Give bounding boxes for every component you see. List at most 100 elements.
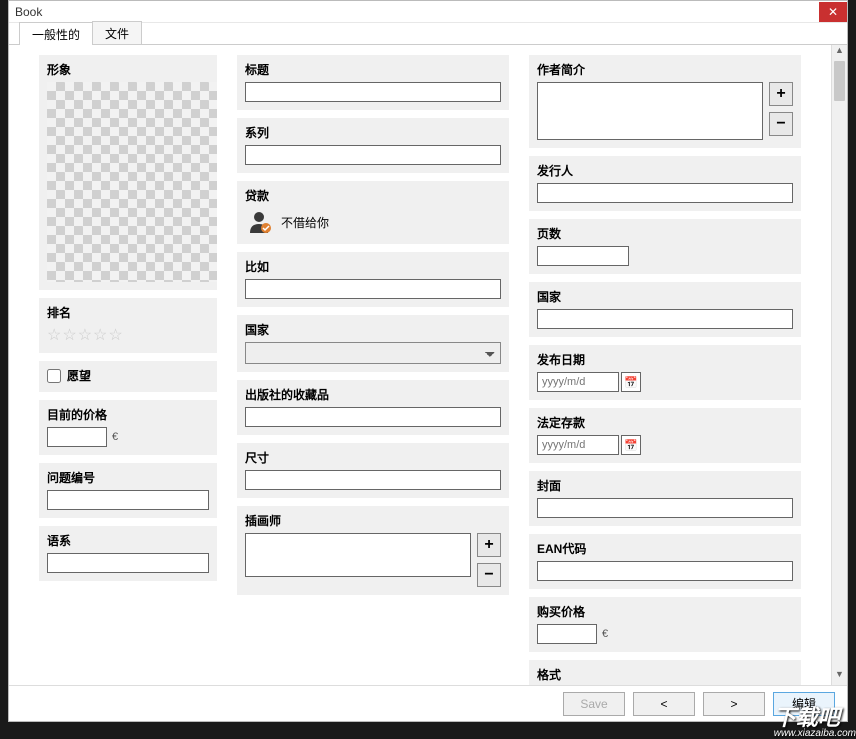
illustrator-textarea[interactable] — [245, 533, 471, 577]
group-cover: 封面 — [529, 471, 801, 526]
country-input[interactable] — [537, 309, 793, 329]
author-add-button[interactable]: + — [769, 82, 793, 106]
label-rank: 排名 — [47, 304, 209, 321]
language-input[interactable] — [47, 553, 209, 573]
plus-icon: + — [484, 536, 493, 554]
label-wish: 愿望 — [67, 367, 91, 384]
group-purchase-price: 购买价格 € — [529, 597, 801, 652]
purchase-price-input[interactable] — [537, 624, 597, 644]
group-series: 系列 — [237, 118, 509, 173]
label-language: 语系 — [47, 532, 209, 549]
label-size: 尺寸 — [245, 449, 501, 466]
issuer-input[interactable] — [537, 183, 793, 203]
author-remove-button[interactable]: − — [769, 112, 793, 136]
label-publisher-collection: 出版社的收藏品 — [245, 386, 501, 403]
calendar-icon[interactable]: 📅 — [621, 435, 641, 455]
label-issuer: 发行人 — [537, 162, 793, 179]
example-input[interactable] — [245, 279, 501, 299]
group-title: 标题 — [237, 55, 509, 110]
tab-general[interactable]: 一般性的 — [19, 22, 93, 45]
wish-checkbox[interactable] — [47, 369, 61, 383]
group-current-price: 目前的价格 € — [39, 400, 217, 455]
group-issue-no: 问题编号 — [39, 463, 217, 518]
close-icon: ✕ — [828, 5, 838, 19]
group-pages: 页数 — [529, 219, 801, 274]
pages-input[interactable] — [537, 246, 629, 266]
column-left: 形象 排名 ☆☆☆☆☆ 愿望 目前的价格 — [39, 55, 217, 685]
ean-input[interactable] — [537, 561, 793, 581]
illustrator-remove-button[interactable]: − — [477, 563, 501, 587]
author-bio-textarea[interactable] — [537, 82, 763, 140]
label-country-mid: 国家 — [245, 321, 501, 338]
group-example: 比如 — [237, 252, 509, 307]
label-series: 系列 — [245, 124, 501, 141]
release-date-input[interactable] — [537, 372, 619, 392]
label-format: 格式 — [537, 666, 793, 683]
label-purchase-price: 购买价格 — [537, 603, 793, 620]
label-image: 形象 — [47, 61, 209, 78]
wish-row[interactable]: 愿望 — [47, 367, 209, 384]
group-language: 语系 — [39, 526, 217, 581]
edit-button[interactable]: 编辑 — [773, 692, 835, 716]
group-rank: 排名 ☆☆☆☆☆ — [39, 298, 217, 353]
current-price-input[interactable] — [47, 427, 107, 447]
group-legal-deposit: 法定存款 📅 — [529, 408, 801, 463]
close-button[interactable]: ✕ — [819, 2, 847, 22]
size-input[interactable] — [245, 470, 501, 490]
label-country-right: 国家 — [537, 288, 793, 305]
prev-button[interactable]: < — [633, 692, 695, 716]
country-select[interactable] — [245, 342, 501, 364]
image-placeholder[interactable] — [47, 82, 217, 282]
scroll-down-icon[interactable]: ▼ — [832, 669, 847, 685]
next-button[interactable]: > — [703, 692, 765, 716]
group-country-right: 国家 — [529, 282, 801, 337]
minus-icon: − — [776, 115, 785, 133]
person-icon — [245, 208, 273, 236]
label-cover: 封面 — [537, 477, 793, 494]
illustrator-add-button[interactable]: + — [477, 533, 501, 557]
group-ean: EAN代码 — [529, 534, 801, 589]
series-input[interactable] — [245, 145, 501, 165]
dialog-window: Book ✕ 一般性的 文件 形象 排名 ☆☆☆☆☆ — [8, 0, 848, 722]
tab-file[interactable]: 文件 — [92, 21, 142, 44]
label-example: 比如 — [245, 258, 501, 275]
legal-deposit-input[interactable] — [537, 435, 619, 455]
label-legal-deposit: 法定存款 — [537, 414, 793, 431]
group-publisher-collection: 出版社的收藏品 — [237, 380, 509, 435]
window-title: Book — [15, 5, 819, 19]
minus-icon: − — [484, 566, 493, 584]
group-size: 尺寸 — [237, 443, 509, 498]
group-image: 形象 — [39, 55, 217, 290]
tabstrip: 一般性的 文件 — [9, 23, 847, 45]
label-release-date: 发布日期 — [537, 351, 793, 368]
currency-symbol: € — [599, 628, 611, 640]
footer: Save < > 编辑 — [9, 685, 847, 721]
column-middle: 标题 系列 贷款 — [237, 55, 509, 685]
issue-no-input[interactable] — [47, 490, 209, 510]
cover-input[interactable] — [537, 498, 793, 518]
scroll-up-icon[interactable]: ▲ — [832, 45, 847, 61]
label-ean: EAN代码 — [537, 540, 793, 557]
group-country-mid: 国家 — [237, 315, 509, 372]
column-right: 作者简介 + − 发行人 页数 — [529, 55, 801, 685]
label-author-bio: 作者简介 — [537, 61, 793, 78]
star-rating[interactable]: ☆☆☆☆☆ — [47, 325, 209, 345]
group-loan: 贷款 不借给你 — [237, 181, 509, 244]
vertical-scrollbar[interactable]: ▲ ▼ — [831, 45, 847, 685]
group-release-date: 发布日期 📅 — [529, 345, 801, 400]
save-button[interactable]: Save — [563, 692, 625, 716]
currency-symbol: € — [109, 431, 121, 443]
calendar-icon[interactable]: 📅 — [621, 372, 641, 392]
title-input[interactable] — [245, 82, 501, 102]
label-pages: 页数 — [537, 225, 793, 242]
publisher-collection-input[interactable] — [245, 407, 501, 427]
group-format: 格式 — [529, 660, 801, 685]
scroll-thumb[interactable] — [834, 61, 845, 101]
group-author-bio: 作者简介 + − — [529, 55, 801, 148]
scroll-content: 形象 排名 ☆☆☆☆☆ 愿望 目前的价格 — [9, 45, 829, 685]
label-title: 标题 — [245, 61, 501, 78]
watermark-sub: www.xiazaiba.com — [774, 729, 856, 739]
label-illustrator: 插画师 — [245, 512, 501, 529]
plus-icon: + — [776, 85, 785, 103]
loan-status-text: 不借给你 — [281, 214, 329, 231]
